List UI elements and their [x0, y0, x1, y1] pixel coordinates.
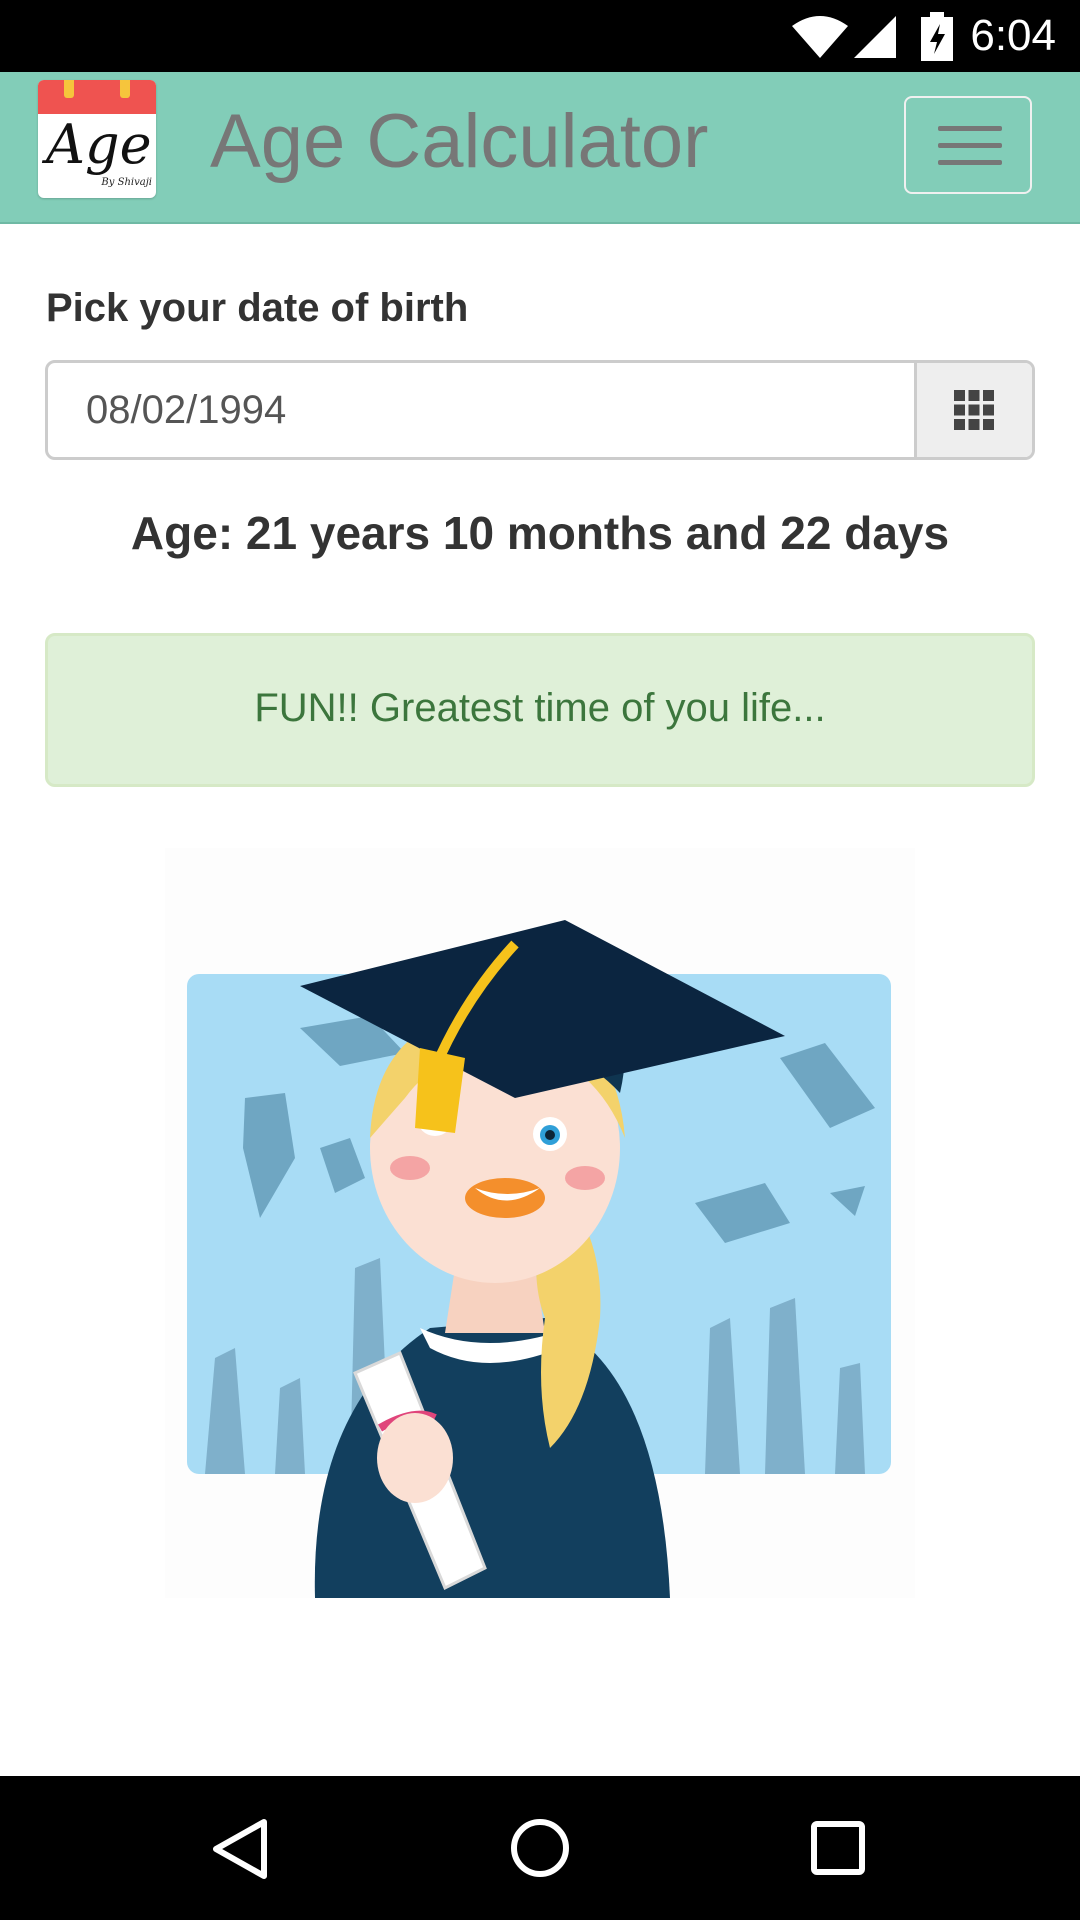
status-time: 6:04 [970, 11, 1056, 60]
logo-text: Age [46, 113, 152, 176]
calendar-picker-button[interactable] [914, 363, 1032, 457]
calendar-ring-icon [64, 80, 74, 98]
calendar-ring-icon [120, 80, 130, 98]
back-icon[interactable] [210, 1818, 270, 1880]
wifi-icon [792, 16, 848, 58]
alert-message: FUN!! Greatest time of you life... [254, 686, 826, 730]
status-bar: 6:04 [0, 0, 1080, 72]
app-title: Age Calculator [210, 99, 709, 184]
date-of-birth-input[interactable] [48, 363, 916, 457]
graduate-illustration [165, 848, 915, 1598]
home-icon[interactable] [510, 1818, 570, 1878]
date-input-group [45, 360, 1035, 460]
logo-subtext: By Shivaji [101, 177, 152, 188]
recent-apps-icon[interactable] [810, 1820, 866, 1876]
grid-calendar-icon [954, 390, 994, 430]
navigation-bar [0, 1776, 1080, 1920]
battery-charging-icon [921, 12, 953, 61]
app-logo: Age By Shivaji [38, 80, 156, 198]
calendar-top-icon [38, 80, 156, 114]
menu-button[interactable] [904, 96, 1032, 194]
app-bar: Age By Shivaji Age Calculator [0, 72, 1080, 224]
cell-signal-icon [854, 16, 896, 58]
alert-box: FUN!! Greatest time of you life... [45, 633, 1035, 787]
dob-label: Pick your date of birth [46, 286, 469, 330]
age-result: Age: 21 years 10 months and 22 days [130, 507, 950, 559]
